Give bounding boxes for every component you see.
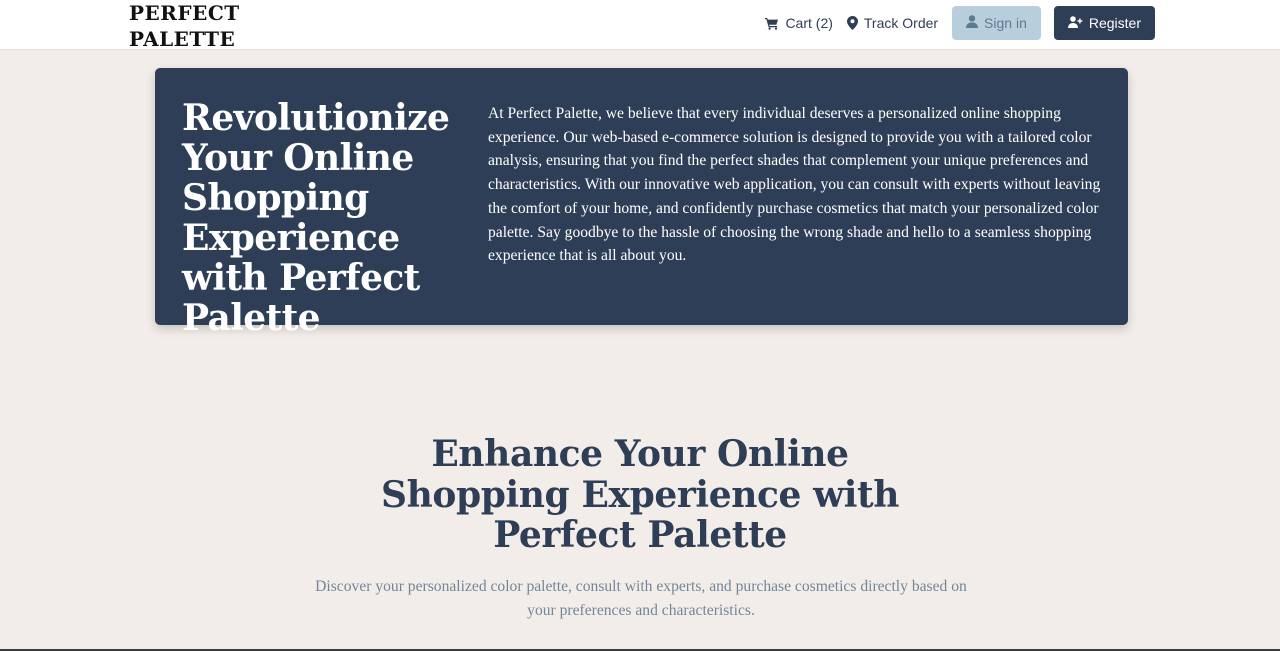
- hero-card: Revolutionize Your Online Shopping Exper…: [155, 68, 1128, 338]
- shopping-cart-icon: [765, 17, 779, 30]
- register-button[interactable]: Register: [1053, 6, 1155, 40]
- hero-title: Revolutionize Your Online Shopping Exper…: [182, 97, 450, 339]
- logo-line-2: PALETTE: [129, 27, 236, 51]
- cart-label: Cart (2): [785, 15, 833, 31]
- cart-link[interactable]: Cart (2): [765, 15, 833, 31]
- user-plus-icon: [1067, 15, 1083, 31]
- user-icon: [966, 15, 979, 31]
- sign-in-button[interactable]: Sign in: [952, 6, 1041, 40]
- nav-actions: Cart (2) Track Order Sign in Register: [765, 6, 1155, 40]
- track-order-link[interactable]: Track Order: [846, 15, 939, 31]
- navbar: PERFECT PALETTE Cart (2) Track Order Sig…: [0, 0, 1280, 52]
- site-logo[interactable]: PERFECT PALETTE: [129, 0, 240, 52]
- section-title: Enhance Your Online Shopping Experience …: [380, 433, 899, 556]
- register-label: Register: [1088, 15, 1141, 31]
- map-marker-icon: [846, 16, 858, 30]
- track-order-label: Track Order: [863, 15, 939, 31]
- logo-line-1: PERFECT: [129, 1, 240, 25]
- sign-in-label: Sign in: [984, 15, 1027, 31]
- hero-description: At Perfect Palette, we believe that ever…: [488, 105, 1101, 265]
- section-subtitle: Discover your personalized color palette…: [315, 578, 967, 619]
